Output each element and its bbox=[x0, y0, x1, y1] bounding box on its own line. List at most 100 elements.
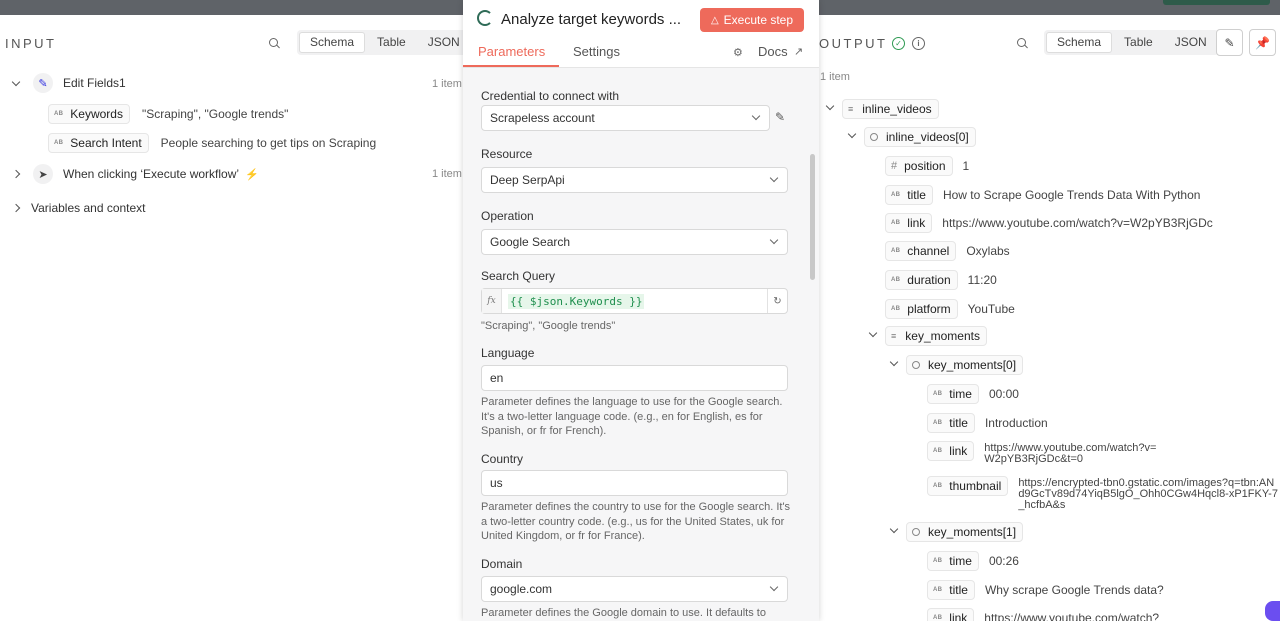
item-count: 1 item bbox=[432, 168, 462, 180]
schema-key[interactable]: ≡ key_moments bbox=[885, 326, 987, 346]
schema-value: 1 bbox=[962, 159, 970, 173]
chevron-down-icon[interactable] bbox=[889, 357, 899, 367]
schema-row[interactable]: AB channel Oxylabs bbox=[885, 241, 1010, 261]
string-type-icon: AB bbox=[933, 448, 943, 454]
schema-row[interactable]: key_moments[1] bbox=[906, 522, 1024, 542]
schema-key[interactable]: # position bbox=[885, 156, 953, 176]
active-tab-indicator bbox=[463, 65, 559, 67]
output-tab-json[interactable]: JSON bbox=[1165, 32, 1217, 53]
open-expression-icon[interactable]: ↻ bbox=[767, 289, 787, 313]
info-icon[interactable]: i bbox=[912, 37, 925, 50]
schema-row[interactable]: key_moments[0] bbox=[906, 355, 1024, 375]
schema-key[interactable]: AB link bbox=[927, 441, 975, 461]
docs-link[interactable]: Docs bbox=[758, 44, 788, 59]
output-tab-schema[interactable]: Schema bbox=[1046, 32, 1113, 53]
schema-row[interactable]: AB platform YouTube bbox=[885, 299, 1015, 319]
schema-key[interactable]: AB time bbox=[927, 384, 979, 404]
language-input[interactable]: en bbox=[481, 365, 788, 391]
country-input[interactable]: us bbox=[481, 470, 788, 496]
chevron-down-icon[interactable] bbox=[868, 328, 878, 338]
tab-settings[interactable]: Settings bbox=[573, 44, 620, 59]
schema-row[interactable]: ≡ inline_videos bbox=[842, 99, 939, 119]
pin-output-button[interactable]: 📌 bbox=[1249, 29, 1276, 56]
field-row-search-intent[interactable]: AB Search Intent People searching to get … bbox=[48, 133, 376, 153]
schema-row[interactable]: AB time 00:26 bbox=[927, 551, 1019, 571]
field-value: People searching to get tips on Scraping bbox=[160, 136, 377, 150]
domain-label: Domain bbox=[481, 557, 523, 571]
schema-key[interactable]: AB time bbox=[927, 551, 979, 571]
output-tab-table[interactable]: Table bbox=[1114, 32, 1163, 53]
schema-row[interactable]: inline_videos[0] bbox=[864, 127, 976, 147]
string-type-icon: AB bbox=[891, 248, 901, 254]
string-type-icon: AB bbox=[891, 192, 901, 198]
tree-node-edit-fields[interactable]: ✎ Edit Fields1 bbox=[11, 73, 126, 93]
chevron-right-icon[interactable] bbox=[11, 169, 21, 179]
execute-step-button[interactable]: △ Execute step bbox=[700, 8, 804, 32]
chevron-down-icon[interactable] bbox=[11, 77, 21, 86]
modal-title[interactable]: Analyze target keywords ... bbox=[501, 11, 681, 28]
schema-key[interactable]: key_moments[0] bbox=[906, 355, 1024, 375]
external-link-icon: ↗ bbox=[794, 46, 804, 58]
chevron-down-icon[interactable] bbox=[825, 101, 835, 111]
schema-row[interactable]: AB title Why scrape Google Trends data? bbox=[927, 580, 1164, 600]
variables-context-row[interactable]: Variables and context bbox=[11, 201, 146, 215]
chevron-down-icon[interactable] bbox=[889, 524, 899, 534]
schema-key[interactable]: AB channel bbox=[885, 241, 957, 261]
form-scrollbar[interactable] bbox=[810, 154, 815, 280]
schema-row[interactable]: # position 1 bbox=[885, 156, 969, 176]
schema-key[interactable]: inline_videos[0] bbox=[864, 127, 976, 147]
schema-key[interactable]: ≡ inline_videos bbox=[842, 99, 939, 119]
schema-key[interactable]: AB platform bbox=[885, 299, 958, 319]
schema-row[interactable]: AB link https://www.youtube.com/watch? bbox=[927, 608, 1159, 621]
input-tab-schema[interactable]: Schema bbox=[299, 32, 366, 53]
schema-key[interactable]: AB duration bbox=[885, 270, 958, 290]
input-label: INPUT bbox=[5, 36, 57, 51]
field-row-keywords[interactable]: AB Keywords "Scraping", "Google trends" bbox=[48, 104, 288, 124]
tree-node-trigger[interactable]: ➤ When clicking ‘Execute workflow’ ⚡ bbox=[11, 164, 259, 184]
search-icon[interactable] bbox=[1017, 38, 1029, 50]
chevron-down-icon bbox=[751, 111, 761, 121]
object-type-icon bbox=[912, 361, 920, 369]
chevron-down-icon[interactable] bbox=[847, 129, 857, 139]
scrapeless-logo-icon bbox=[477, 10, 493, 26]
operation-select[interactable]: Google Search bbox=[481, 229, 788, 255]
flask-icon: △ bbox=[710, 14, 719, 26]
input-view-tabs: Schema Table JSON bbox=[297, 30, 472, 55]
input-tab-table[interactable]: Table bbox=[367, 32, 416, 53]
schema-key[interactable]: AB title bbox=[927, 413, 975, 433]
node-settings-modal: Analyze target keywords ... △ Execute st… bbox=[463, 0, 819, 621]
schema-key[interactable]: key_moments[1] bbox=[906, 522, 1024, 542]
domain-hint: Parameter defines the Google domain to u… bbox=[481, 607, 766, 619]
schema-row[interactable]: AB link https://www.youtube.com/watch?v=W2… bbox=[927, 441, 1164, 465]
schema-row[interactable]: AB title Introduction bbox=[927, 413, 1048, 433]
schema-row[interactable]: AB time 00:00 bbox=[927, 384, 1019, 404]
schema-row[interactable]: ≡ key_moments bbox=[885, 326, 987, 346]
search-icon[interactable] bbox=[269, 38, 281, 50]
resource-select[interactable]: Deep SerpApi bbox=[481, 167, 788, 193]
schema-key[interactable]: AB link bbox=[927, 608, 975, 621]
top-action-button[interactable] bbox=[1163, 0, 1270, 5]
field-key[interactable]: AB Keywords bbox=[48, 104, 130, 124]
chevron-right-icon[interactable] bbox=[11, 203, 21, 213]
country-hint: Parameter defines the country to use for… bbox=[481, 501, 791, 542]
input-tab-json[interactable]: JSON bbox=[418, 32, 470, 53]
schema-row[interactable]: AB thumbnail https://encrypted-tbn0.gstati… bbox=[927, 476, 1278, 511]
schema-key[interactable]: AB link bbox=[885, 213, 933, 233]
credential-select[interactable]: Scrapeless account bbox=[481, 105, 770, 131]
schema-key[interactable]: AB title bbox=[927, 580, 975, 600]
search-query-expression[interactable]: fx {{ $json.Keywords }} ↻ bbox=[481, 288, 788, 314]
schema-key[interactable]: AB title bbox=[885, 185, 933, 205]
field-key[interactable]: AB Search Intent bbox=[48, 133, 149, 153]
schema-value: YouTube bbox=[967, 302, 1015, 316]
assistant-tab[interactable] bbox=[1265, 601, 1280, 621]
schema-key[interactable]: AB thumbnail bbox=[927, 476, 1009, 496]
string-type-icon: AB bbox=[933, 420, 943, 426]
schema-row[interactable]: AB title How to Scrape Google Trends Data … bbox=[885, 185, 1200, 205]
schema-row[interactable]: AB duration 11:20 bbox=[885, 270, 997, 290]
expression-code[interactable]: {{ $json.Keywords }} bbox=[508, 293, 645, 309]
domain-select[interactable]: google.com bbox=[481, 576, 788, 602]
edit-credential-icon[interactable]: ✎ bbox=[775, 110, 785, 124]
edit-output-button[interactable]: ✎ bbox=[1216, 29, 1243, 56]
schema-row[interactable]: AB link https://www.youtube.com/watch?v=W2… bbox=[885, 213, 1213, 233]
tab-parameters[interactable]: Parameters bbox=[478, 44, 545, 59]
